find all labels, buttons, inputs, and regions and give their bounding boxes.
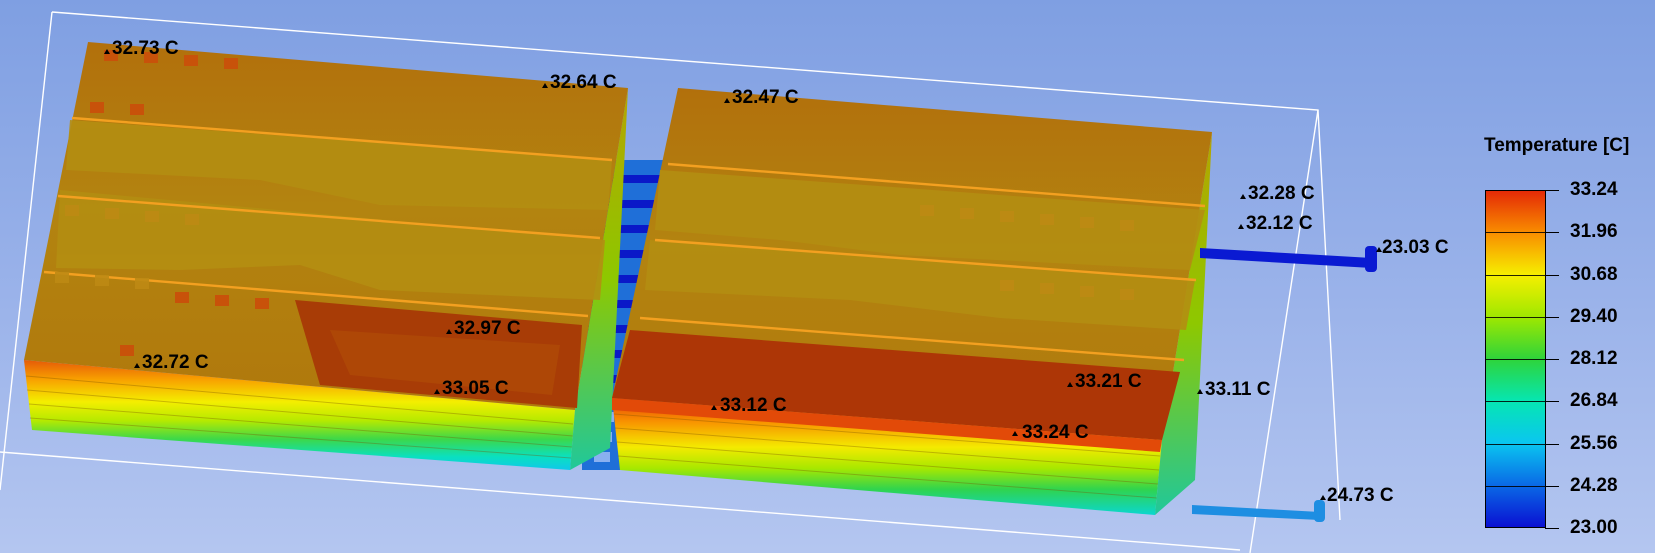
legend-tick-mark bbox=[1545, 443, 1559, 445]
probe-label-p8: 32.72 C bbox=[142, 352, 209, 373]
probe-label-p7: 32.97 C bbox=[454, 318, 521, 339]
probe-label-p4: 32.28 C bbox=[1248, 183, 1315, 204]
coolant-inlet-pipe bbox=[1200, 246, 1377, 272]
battery-module-left bbox=[24, 42, 628, 470]
legend-band-divider bbox=[1485, 401, 1546, 403]
probe-p10: 33.21 C bbox=[1067, 371, 1142, 392]
probe-p13: 33.24 C bbox=[1012, 422, 1089, 443]
legend-tick-label: 24.28 bbox=[1570, 474, 1618, 496]
probe-p11: 33.11 C bbox=[1197, 379, 1271, 400]
probe-label-p10: 33.21 C bbox=[1075, 371, 1142, 392]
probe-p6: 23.03 C bbox=[1376, 237, 1449, 258]
probe-label-p11: 33.11 C bbox=[1205, 379, 1271, 400]
legend-band-divider bbox=[1485, 443, 1546, 445]
legend-tick-label: 28.12 bbox=[1570, 348, 1618, 369]
probe-p1: 32.73 C bbox=[104, 38, 179, 59]
probe-label-p5: 32.12 C bbox=[1246, 213, 1313, 234]
legend-tick-mark bbox=[1545, 528, 1559, 529]
probe-p2: 32.64 C bbox=[542, 72, 617, 93]
probe-label-p9: 33.05 C bbox=[442, 378, 509, 399]
probe-marker-p14 bbox=[1320, 495, 1326, 500]
probe-p7: 32.97 C bbox=[446, 318, 521, 339]
legend-tick-mark bbox=[1545, 232, 1559, 234]
probe-p12: 33.12 C bbox=[711, 395, 787, 416]
legend-tick-label: 31.96 bbox=[1570, 221, 1618, 243]
legend-band-divider bbox=[1485, 232, 1546, 234]
probe-label-p1: 32.73 C bbox=[112, 38, 179, 59]
legend-tick-label: 30.68 bbox=[1570, 263, 1618, 285]
probe-label-p13: 33.24 C bbox=[1022, 422, 1089, 443]
probe-p5: 32.12 C bbox=[1238, 213, 1313, 234]
temperature-contour-viewport[interactable]: 32.73 C 32.64 C 32.47 C 32.28 C 32.12 C … bbox=[0, 0, 1655, 553]
probe-p4: 32.28 C bbox=[1240, 183, 1315, 204]
legend-tick-mark bbox=[1545, 190, 1559, 191]
battery-module-right bbox=[612, 88, 1212, 515]
legend-band-divider bbox=[1485, 316, 1546, 318]
probe-label-p12: 33.12 C bbox=[720, 395, 787, 416]
probe-marker-p4 bbox=[1240, 194, 1246, 199]
legend-tick-mark bbox=[1545, 485, 1559, 487]
legend-tick-label: 23.00 bbox=[1570, 517, 1618, 538]
legend-band-divider bbox=[1485, 359, 1546, 360]
legend-tick-label: 33.24 bbox=[1570, 179, 1618, 200]
probe-p14: 24.73 C bbox=[1320, 485, 1394, 506]
probe-p8: 32.72 C bbox=[134, 352, 209, 373]
probe-label-p3: 32.47 C bbox=[732, 87, 799, 108]
probe-p9: 33.05 C bbox=[434, 378, 509, 399]
coolant-outlet-pipe bbox=[1192, 500, 1325, 522]
legend-tick-label: 25.56 bbox=[1570, 432, 1618, 454]
legend-tick-mark bbox=[1545, 316, 1559, 318]
temperature-legend: Temperature [C] 33.24 31.96 30.68 29.40 28.1… bbox=[1465, 125, 1655, 553]
legend-tick-label: 26.84 bbox=[1570, 390, 1618, 412]
probe-label-p6: 23.03 C bbox=[1382, 237, 1449, 258]
probe-p3: 32.47 C bbox=[724, 87, 799, 108]
probe-label-p14: 24.73 C bbox=[1327, 485, 1394, 506]
legend-tick-mark bbox=[1545, 359, 1559, 360]
probe-marker-p5 bbox=[1238, 224, 1244, 229]
legend-band-divider bbox=[1485, 485, 1546, 487]
legend-tick-label: 29.40 bbox=[1570, 305, 1618, 327]
legend-band-divider bbox=[1485, 274, 1546, 276]
legend-tick-mark bbox=[1545, 401, 1559, 403]
legend-title: Temperature [C] bbox=[1484, 135, 1630, 156]
probe-label-p2: 32.64 C bbox=[550, 72, 617, 93]
legend-tick-mark bbox=[1545, 274, 1559, 276]
